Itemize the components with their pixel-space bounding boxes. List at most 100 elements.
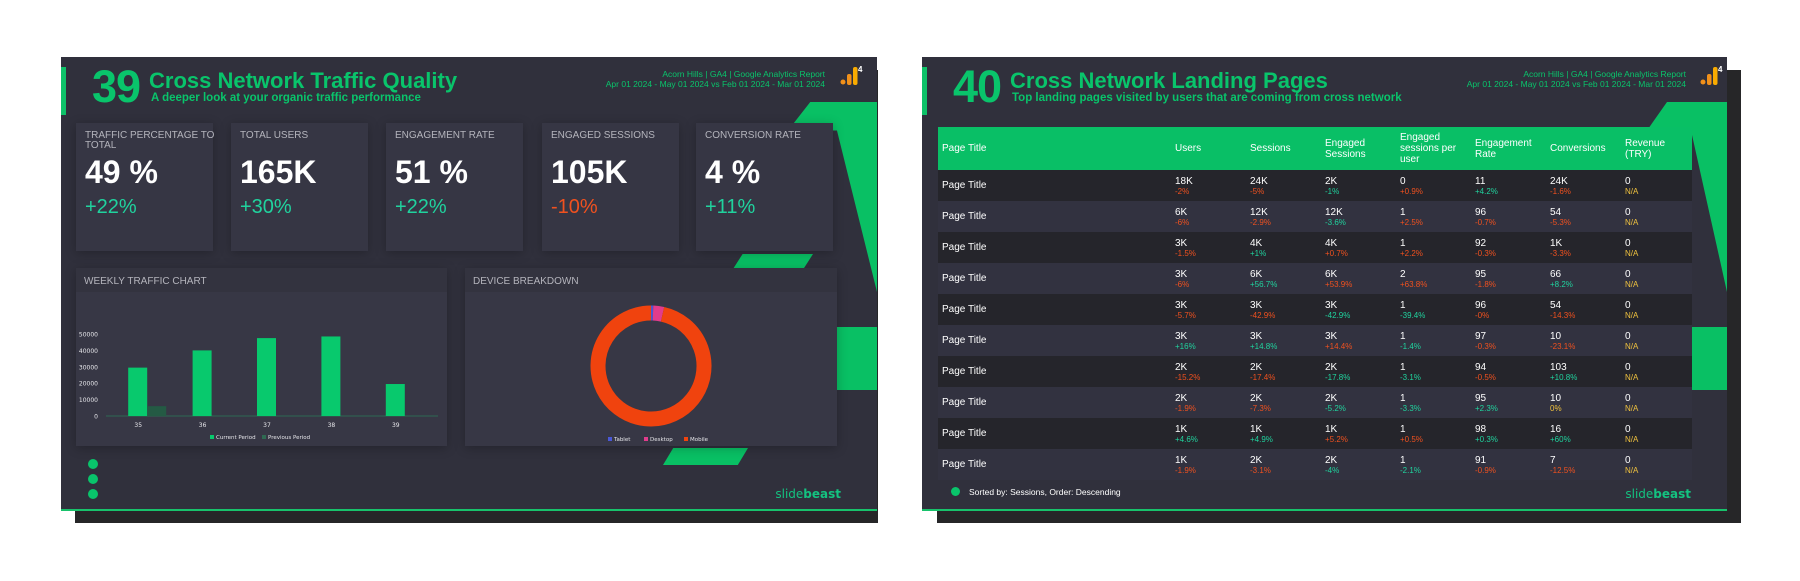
metric-value: 54	[1550, 206, 1562, 218]
metric-cell: 1K +5.2%	[1321, 418, 1396, 449]
table-header-row: Page Title Users Sessions Engaged Sessio…	[938, 127, 1692, 170]
metric-value: 2K	[1175, 361, 1188, 373]
brand-bold: beast	[803, 487, 841, 501]
metric-value: 2K	[1325, 454, 1338, 466]
metric-value: 94	[1475, 361, 1487, 373]
column-header[interactable]: Users	[1171, 127, 1246, 170]
x-tick-label: 35	[134, 422, 142, 429]
table-row[interactable]: Page Title 18K -2% 24K -5% 2K -1% 0 +0.9% 11 +4.2%…	[938, 170, 1692, 201]
legend-label: Tablet	[613, 437, 631, 443]
column-header[interactable]: Engaged Sessions	[1321, 127, 1396, 170]
table-row[interactable]: Page Title 2K -1.9% 2K -7.3% 2K -5.2% 1 -3.3% 95 +…	[938, 387, 1692, 418]
metric-change: -23.1%	[1550, 341, 1576, 351]
metric-change: -1%	[1325, 186, 1340, 196]
metric-cell: 3K +14.4%	[1321, 325, 1396, 356]
bottom-accent-line	[922, 509, 1727, 511]
metric-cell: 4K +1%	[1246, 232, 1321, 263]
dot	[88, 459, 98, 469]
metric-change: -17.4%	[1250, 372, 1276, 382]
weekly-traffic-panel: WEEKLY TRAFFIC CHART 0 10000 20000 30000 400…	[76, 268, 447, 446]
metric-cell: 3K -6%	[1171, 263, 1246, 294]
chart-area: 0 10000 20000 30000 40000 50000 35 36 37 38 39 Curr…	[76, 292, 447, 446]
metric-change: +2.5%	[1400, 217, 1423, 227]
kpi-value: 105K	[551, 154, 628, 190]
metric-change: +1%	[1250, 248, 1267, 258]
landing-pages-table: Page Title Users Sessions Engaged Sessio…	[938, 127, 1692, 480]
metric-cell: 16 +60%	[1546, 418, 1621, 449]
legend-swatch	[210, 435, 214, 439]
metric-change: -5.7%	[1175, 310, 1196, 320]
metric-change: -4%	[1325, 465, 1340, 475]
metric-value: 1K	[1325, 423, 1338, 435]
metric-value: 1K	[1175, 454, 1188, 466]
kpi-label: TOTAL USERS	[240, 130, 309, 141]
metric-cell: 6K +56.7%	[1246, 263, 1321, 294]
metric-change: +10.8%	[1550, 372, 1578, 382]
table-row[interactable]: Page Title 6K -6% 12K -2.9% 12K -3.6% 1 +2.5% 96-…	[938, 201, 1692, 232]
table-row[interactable]: Page Title 3K -6% 6K +56.7% 6K +53.9% 2 +63.8% 95…	[938, 263, 1692, 294]
metric-change: +0.9%	[1400, 186, 1423, 196]
metric-change: +16%	[1175, 341, 1196, 351]
column-header[interactable]: Conversions	[1546, 127, 1621, 170]
metric-change: -17.8%	[1325, 372, 1351, 382]
metric-value: 6K	[1325, 268, 1338, 280]
metric-cell: 3K -42.9%	[1321, 294, 1396, 325]
slide-subtitle: Top landing pages visited by users that …	[1012, 92, 1402, 104]
page-title-cell: Page Title	[938, 449, 1171, 480]
metric-value: 18K	[1175, 175, 1193, 187]
dot	[951, 487, 960, 496]
metric-cell: 1 -39.4%	[1396, 294, 1471, 325]
metric-change: -6%	[1175, 217, 1190, 227]
kpi-label: CONVERSION RATE	[705, 130, 801, 141]
metric-value: 96	[1475, 299, 1487, 311]
metric-change: N/A	[1625, 341, 1639, 351]
table-row[interactable]: Page Title 3K +16% 3K +14.8% 3K +14.4% 1 -1.4% 97…	[938, 325, 1692, 356]
metric-change: +53.9%	[1325, 279, 1353, 289]
metric-value: 2K	[1250, 392, 1263, 404]
column-header[interactable]: Engagement Rate	[1471, 127, 1546, 170]
metric-cell: 3K -1.5%	[1171, 232, 1246, 263]
metric-value: 97	[1475, 330, 1487, 342]
bottom-accent-line	[61, 509, 877, 511]
kpi-value: 51 %	[395, 154, 468, 190]
metric-change: -1.9%	[1175, 465, 1196, 475]
decor-shape	[831, 327, 877, 390]
metric-cell: 91 -0.9%	[1471, 449, 1546, 480]
table-row[interactable]: Page Title 3K -5.7% 3K -42.9% 3K -42.9% 1 -39.4%…	[938, 294, 1692, 325]
device-breakdown-chart: Tablet Desktop Mobile	[590, 305, 712, 443]
metric-change: -0.7%	[1475, 217, 1496, 227]
table-row[interactable]: Page Title 3K -1.5% 4K +1% 4K +0.7% 1 +2.2% 92 -0.…	[938, 232, 1692, 263]
column-header[interactable]: Page Title	[938, 127, 1171, 170]
metric-value: 103	[1550, 361, 1567, 373]
legend-swatch	[608, 437, 612, 441]
metric-change: -15.2%	[1175, 372, 1201, 382]
page-title-cell: Page Title	[938, 294, 1171, 325]
metric-change: +14.8%	[1250, 341, 1278, 351]
metric-value: 0	[1625, 237, 1631, 249]
metric-cell: 0 N/A	[1621, 201, 1692, 232]
column-header[interactable]: Sessions	[1246, 127, 1321, 170]
page-title-cell: Page Title	[938, 387, 1171, 418]
metric-change: +2.3%	[1475, 403, 1498, 413]
metric-change: -3.1%	[1400, 372, 1421, 382]
metric-change: +4.6%	[1175, 434, 1198, 444]
metric-cell: 7 -12.5%	[1546, 449, 1621, 480]
page-title-cell: Page Title	[938, 418, 1171, 449]
metric-cell: 95 -1.8%	[1471, 263, 1546, 294]
table-row[interactable]: Page Title 1K -1.9% 2K -3.1% 2K -4% 1 -2.1% 91 -0.…	[938, 449, 1692, 480]
metric-change: -3.6%	[1325, 217, 1346, 227]
metric-value: 3K	[1175, 268, 1188, 280]
x-tick-label: 36	[199, 422, 207, 429]
legend-swatch	[644, 437, 648, 441]
column-header[interactable]: Engaged sessions per user	[1396, 127, 1471, 170]
metric-cell: 0 N/A	[1621, 294, 1692, 325]
metric-cell: 54 -5.3%	[1546, 201, 1621, 232]
column-header[interactable]: Revenue (TRY)	[1621, 127, 1692, 170]
metric-value: 1	[1400, 330, 1406, 342]
metric-value: 4K	[1325, 237, 1338, 249]
table-row[interactable]: Page Title 1K +4.6% 1K +4.9% 1K +5.2% 1 +0.5% 98 +…	[938, 418, 1692, 449]
metric-value: 1	[1400, 361, 1406, 373]
metric-cell: 2K -7.3%	[1246, 387, 1321, 418]
table-row[interactable]: Page Title 2K -15.2% 2K -17.4% 2K -17.8% 1 -3.1%…	[938, 356, 1692, 387]
kpi-card: TRAFFIC PERCENTAGE TO TOTAL 49 % +22%	[76, 123, 214, 251]
